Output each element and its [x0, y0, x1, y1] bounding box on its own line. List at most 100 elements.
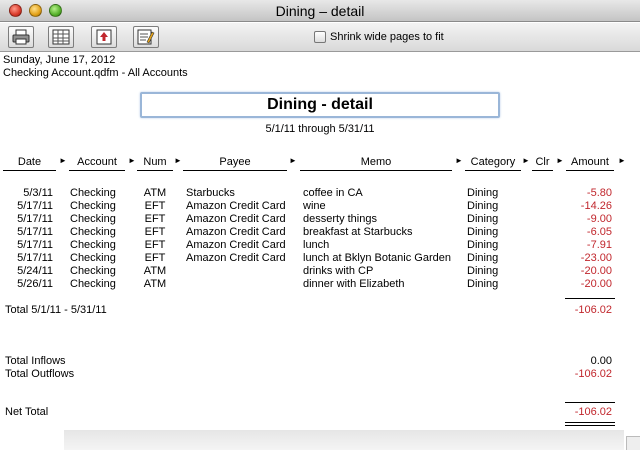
cell-date: 5/26/11	[17, 278, 53, 290]
column-header-num[interactable]: Num	[137, 156, 173, 171]
sort-arrow-icon[interactable]: ►	[455, 156, 463, 165]
cell-payee: Amazon Credit Card	[186, 252, 286, 264]
cell-date: 5/24/11	[17, 265, 53, 277]
column-header-date[interactable]: Date	[3, 156, 56, 171]
cell-payee: Amazon Credit Card	[186, 213, 286, 225]
cell-category: Dining	[467, 278, 499, 290]
cell-num: EFT	[144, 200, 166, 212]
sort-arrow-icon[interactable]: ►	[59, 156, 67, 165]
page-edge	[64, 430, 624, 450]
cell-payee: Starbucks	[186, 187, 235, 199]
cell-memo: lunch	[303, 239, 330, 251]
column-header-payee[interactable]: Payee	[183, 156, 287, 171]
cell-category: Dining	[467, 265, 499, 277]
cell-date: 5/3/11	[23, 187, 53, 199]
cell-account: Checking	[70, 213, 116, 225]
report-date-range: 5/1/11 through 5/31/11	[265, 123, 375, 135]
total-outflows-amount: -106.02	[574, 368, 612, 380]
cell-memo: desserty things	[303, 213, 377, 225]
cell-account: Checking	[70, 265, 116, 277]
customize-report-button[interactable]	[133, 26, 159, 48]
column-header-clr[interactable]: Clr	[532, 156, 553, 171]
sort-arrow-icon[interactable]: ►	[618, 156, 626, 165]
cell-amount: -9.00	[586, 213, 612, 225]
column-header-amount[interactable]: Amount	[566, 156, 614, 171]
sort-arrow-icon[interactable]: ►	[522, 156, 530, 165]
cell-payee: Amazon Credit Card	[186, 239, 286, 251]
net-total-label: Net Total	[5, 406, 49, 418]
shrink-to-fit-label: Shrink wide pages to fit	[330, 31, 444, 43]
cell-date: 5/17/11	[17, 226, 53, 238]
cell-account: Checking	[70, 239, 116, 251]
period-total-label: Total 5/1/11 - 5/31/11	[5, 304, 107, 316]
cell-category: Dining	[467, 226, 499, 238]
column-header-account[interactable]: Account	[69, 156, 125, 171]
cell-category: Dining	[467, 239, 499, 251]
cell-category: Dining	[467, 187, 499, 199]
cell-account: Checking	[70, 278, 116, 290]
print-icon	[12, 29, 30, 45]
total-rule	[565, 298, 615, 299]
sort-arrow-icon[interactable]: ►	[289, 156, 297, 165]
total-outflows-label: Total Outflows	[5, 368, 75, 380]
cell-num: EFT	[144, 252, 166, 264]
cell-account: Checking	[70, 187, 116, 199]
cell-num: ATM	[143, 187, 167, 199]
cell-account: Checking	[70, 252, 116, 264]
cell-category: Dining	[467, 213, 499, 225]
cell-amount: -7.91	[586, 239, 612, 251]
shrink-to-fit-checkbox[interactable]	[314, 31, 326, 43]
shrink-to-fit-option[interactable]: Shrink wide pages to fit	[314, 31, 444, 43]
report-file: Checking Account.qdfm - All Accounts	[3, 67, 188, 79]
report-date: Sunday, June 17, 2012	[3, 54, 116, 66]
cell-num: EFT	[144, 226, 166, 238]
export-icon	[96, 29, 112, 45]
window-title: Dining – detail	[275, 3, 365, 19]
cell-amount: -20.00	[580, 265, 612, 277]
cell-memo: wine	[303, 200, 326, 212]
cell-num: ATM	[143, 278, 167, 290]
cell-date: 5/17/11	[17, 252, 53, 264]
customize-report-icon	[137, 29, 155, 45]
cell-num: EFT	[144, 239, 166, 251]
export-button[interactable]	[91, 26, 117, 48]
cell-amount: -14.26	[580, 200, 612, 212]
cell-amount: -20.00	[580, 278, 612, 290]
sort-arrow-icon[interactable]: ►	[556, 156, 564, 165]
cell-category: Dining	[467, 252, 499, 264]
cell-num: ATM	[143, 265, 167, 277]
spreadsheet-icon	[52, 29, 70, 45]
sort-arrow-icon[interactable]: ►	[174, 156, 182, 165]
column-header-category[interactable]: Category	[465, 156, 521, 171]
column-header-memo[interactable]: Memo	[300, 156, 452, 171]
cell-memo: breakfast at Starbucks	[303, 226, 413, 238]
cell-amount: -5.80	[586, 187, 612, 199]
total-inflows-label: Total Inflows	[5, 355, 66, 367]
cell-memo: drinks with CP	[303, 265, 374, 277]
spreadsheet-button[interactable]	[48, 26, 74, 48]
resize-grip-icon[interactable]	[626, 436, 640, 450]
cell-amount: -6.05	[586, 226, 612, 238]
cell-amount: -23.00	[580, 252, 612, 264]
cell-category: Dining	[467, 200, 499, 212]
cell-date: 5/17/11	[17, 239, 53, 251]
cell-memo: coffee in CA	[303, 187, 363, 199]
cell-account: Checking	[70, 226, 116, 238]
total-inflows-amount: 0.00	[590, 355, 612, 367]
net-total-rule	[565, 402, 615, 403]
cell-memo: lunch at Bklyn Botanic Garden	[303, 252, 451, 264]
cell-date: 5/17/11	[17, 200, 53, 212]
cell-date: 5/17/11	[17, 213, 53, 225]
net-total-amount: -106.02	[574, 406, 612, 418]
title-bar: Dining – detail	[0, 0, 640, 22]
report-title-field[interactable]: Dining - detail	[140, 92, 500, 118]
cell-payee: Amazon Credit Card	[186, 226, 286, 238]
cell-num: EFT	[144, 213, 166, 225]
cell-account: Checking	[70, 200, 116, 212]
sort-arrow-icon[interactable]: ►	[128, 156, 136, 165]
print-button[interactable]	[8, 26, 34, 48]
cell-payee: Amazon Credit Card	[186, 200, 286, 212]
double-rule-bottom	[565, 425, 615, 426]
double-rule-top	[565, 422, 615, 423]
cell-memo: dinner with Elizabeth	[303, 278, 405, 290]
